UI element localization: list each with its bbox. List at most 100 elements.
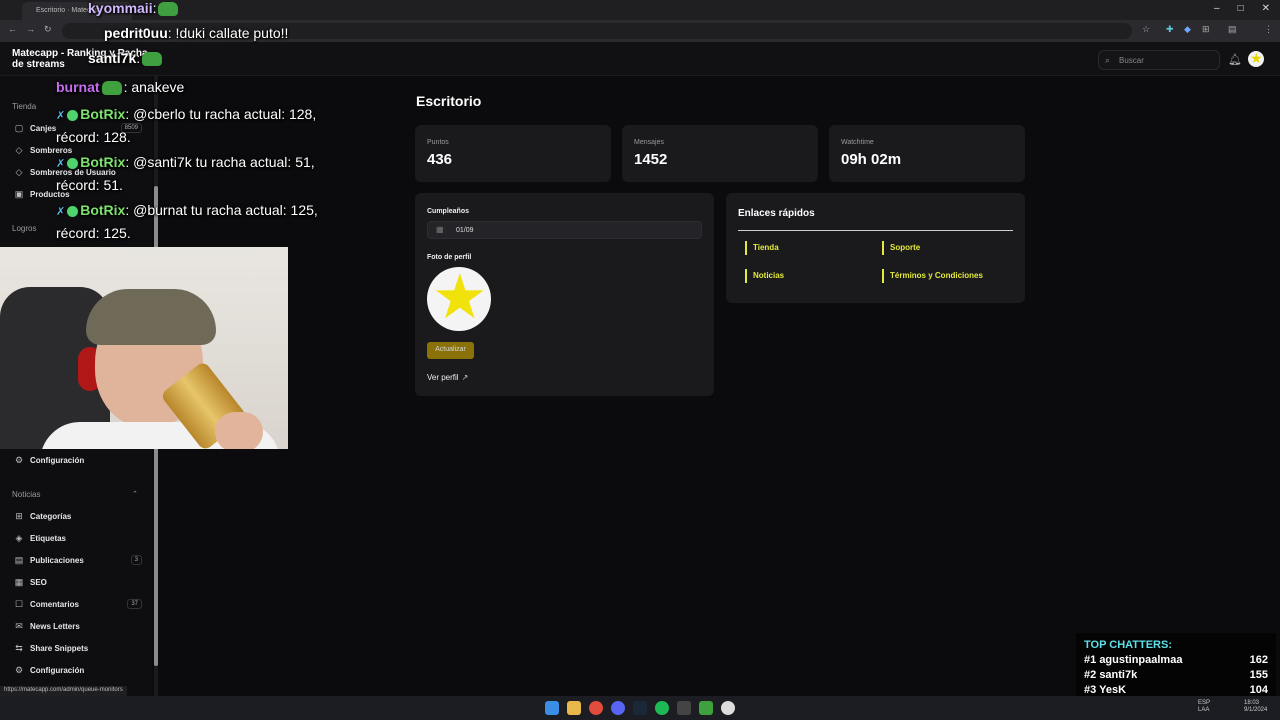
bookmark-star-icon[interactable]: ☆ (1142, 24, 1150, 35)
share-icon: ⇆ (15, 642, 23, 653)
stat-value: 1452 (634, 151, 668, 168)
browser-tabbar: Escritorio · Matecapp – □ ✕ (0, 0, 1280, 20)
sidebar-item-productos[interactable]: ▣ Productos (14, 187, 142, 201)
view-profile-link[interactable]: Ver perfil ↗ (427, 373, 468, 382)
sidebar-item-label: Categorías (30, 511, 72, 521)
language-indicator[interactable]: ESP LAA (1198, 700, 1210, 714)
start-icon[interactable] (545, 701, 559, 715)
extensions-puzzle-icon[interactable]: ⊞ (1202, 24, 1210, 35)
stat-label: Mensajes (634, 139, 664, 146)
chevron-up-icon[interactable]: ⌃ (132, 490, 138, 498)
quick-link-soporte[interactable]: Soporte (882, 241, 920, 255)
app-icon[interactable] (699, 701, 713, 715)
app-icon[interactable] (677, 701, 691, 715)
spotify-icon[interactable] (655, 701, 669, 715)
chatter-rank: #1 (1084, 654, 1097, 666)
page-title: Escritorio (416, 93, 482, 109)
cam-hand (215, 412, 263, 449)
close-icon[interactable]: ✕ (1262, 3, 1270, 14)
quick-link-noticias[interactable]: Noticias (745, 269, 784, 283)
sidebar-item-label: Configuración (30, 665, 85, 675)
stat-label: Watchtime (841, 139, 874, 146)
search-icon: ⌕ (1105, 55, 1111, 65)
top-chatter-row: #2 santi7k 155 (1084, 669, 1268, 681)
stat-value: 09h 02m (841, 151, 902, 168)
extension-icon[interactable]: ◆ (1184, 24, 1191, 35)
back-icon[interactable]: ← (8, 24, 17, 34)
profile-picture[interactable]: ★ (427, 267, 491, 331)
count-badge: 37 (127, 599, 142, 609)
sidebar-item-label: Productos (30, 189, 70, 199)
profile-card: Cumpleaños ▦ 01/09 Foto de perfil ★ Actu… (415, 193, 714, 396)
stat-value: 436 (427, 151, 453, 168)
sidepanel-icon[interactable]: ▤ (1228, 24, 1237, 35)
chatter-count: 104 (1249, 684, 1268, 696)
divider (738, 230, 1013, 231)
search-input[interactable]: ⌕ Buscar (1098, 50, 1220, 70)
discord-icon[interactable] (611, 701, 625, 715)
clock-time: 18:03 (1244, 700, 1260, 706)
chatter-name: YesK (1099, 684, 1127, 696)
sidebar-item-categorias[interactable]: ⊞ Categorías (14, 509, 142, 523)
sidebar-item-label: Share Snippets (30, 643, 89, 653)
hat-icon: ◇ (15, 144, 23, 155)
chatter-rank: #3 (1084, 684, 1097, 696)
comment-icon: ☐ (14, 598, 24, 609)
sidebar-item-sombreros-usuario[interactable]: ◇ Sombreros de Usuario (14, 165, 142, 179)
clock[interactable]: 18:03 9/1/2024 (1244, 700, 1267, 714)
chatter-rank: #2 (1084, 669, 1097, 681)
sidebar-item-comentarios[interactable]: ☐ Comentarios 37 (14, 597, 142, 611)
sidebar-item-publicaciones[interactable]: ▤ Publicaciones 3 (14, 553, 142, 567)
maximize-icon[interactable]: □ (1238, 3, 1244, 14)
count-badge: 3 (130, 555, 142, 565)
star-icon: ★ (432, 267, 488, 331)
chatter-count: 162 (1249, 654, 1268, 666)
stat-card-watchtime: Watchtime 09h 02m (829, 125, 1025, 182)
forward-icon[interactable]: → (26, 24, 35, 34)
lang-code: ESP (1198, 700, 1211, 706)
chrome-icon[interactable] (589, 701, 603, 715)
sidebar-item-sombreros[interactable]: ◇ Sombreros (14, 143, 142, 157)
sidebar-item-canjes[interactable]: ▢ Canjes 8509 (14, 121, 142, 135)
reload-icon[interactable]: ↻ (44, 24, 52, 35)
sidebar-item-label: Comentarios (30, 599, 79, 609)
file-explorer-icon[interactable] (567, 701, 581, 715)
stat-card-mensajes: Mensajes 1452 (622, 125, 818, 182)
birthday-field[interactable]: ▦ 01/09 (427, 221, 702, 239)
sidebar-item-etiquetas[interactable]: ◈ Etiquetas (14, 531, 142, 545)
gear-icon: ⚙ (14, 454, 24, 465)
brand-line-1: Matecapp - Ranking y Racha (12, 48, 148, 59)
browser-tab[interactable]: Escritorio · Matecapp (22, 2, 132, 20)
box-icon: ▣ (14, 188, 24, 199)
extension-icon[interactable]: ✚ (1166, 24, 1174, 35)
sidebar-item-configuracion[interactable]: ⚙ Configuración (14, 453, 142, 467)
browser-menu-icon[interactable]: ⋮ (1264, 24, 1273, 35)
count-badge: 8509 (120, 123, 142, 133)
sidebar-item-label: Publicaciones (30, 555, 84, 565)
update-button[interactable]: Actualizar (427, 342, 474, 359)
birthday-label: Cumpleaños (427, 208, 470, 215)
quick-link-tienda[interactable]: Tienda (745, 241, 779, 255)
sidebar-item-news-letters[interactable]: ✉ News Letters (14, 619, 142, 633)
sidebar-section-logros: Logros (12, 224, 37, 233)
sidebar-item-label: Sombreros (30, 145, 73, 155)
url-field[interactable] (62, 23, 1132, 39)
quick-link-terminos[interactable]: Términos y Condiciones (882, 269, 983, 283)
webcam-overlay (0, 247, 288, 449)
search-placeholder: Buscar (1119, 56, 1144, 65)
sidebar-item-seo[interactable]: ▦ SEO (14, 575, 142, 589)
obs-icon[interactable] (721, 701, 735, 715)
tab-title: Escritorio · Matecapp (36, 7, 103, 14)
sidebar-item-configuracion-noticias[interactable]: ⚙ Configuración (14, 663, 142, 677)
sidebar-item-label: SEO (30, 577, 47, 587)
windows-taskbar: ESP LAA 18:03 9/1/2024 (0, 696, 1280, 720)
bell-icon[interactable]: 🔔︎ (1228, 53, 1242, 66)
app-brand[interactable]: Matecapp - Ranking y Racha de streams (12, 48, 152, 70)
sidebar-item-label: News Letters (30, 621, 80, 631)
sidebar-item-label: Canjes (30, 123, 57, 133)
sidebar-item-share-snippets[interactable]: ⇆ Share Snippets (14, 641, 142, 655)
bag-icon: ▢ (14, 122, 24, 133)
minimize-icon[interactable]: – (1214, 3, 1220, 14)
avatar[interactable] (1248, 51, 1264, 67)
steam-icon[interactable] (633, 701, 647, 715)
